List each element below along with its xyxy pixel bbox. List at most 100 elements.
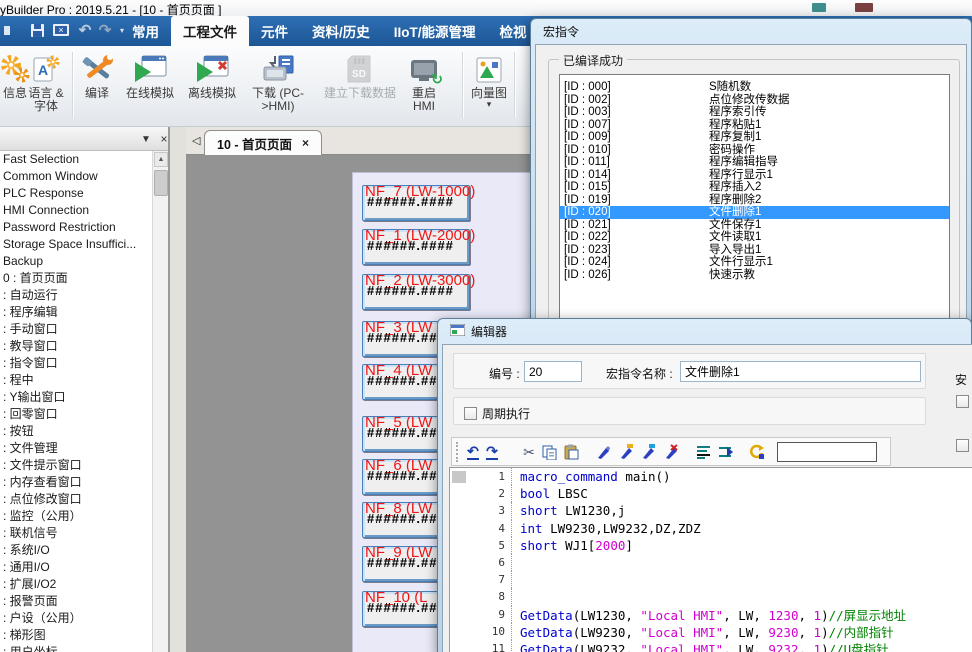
macro-list-row[interactable]: [ID : 014]程序行显示1 <box>560 169 949 182</box>
macro-dialog-titlebar[interactable]: 宏指令 <box>531 19 971 43</box>
code-editor[interactable]: 1macro_command main()2bool LBSC3short LW… <box>449 467 972 652</box>
sidebar-item[interactable]: Backup <box>0 253 152 270</box>
save-icon[interactable] <box>28 21 46 39</box>
panel-scrollbar[interactable]: ▲ <box>152 151 168 652</box>
find-input[interactable] <box>777 442 877 462</box>
scrollbar-thumb[interactable] <box>154 170 168 196</box>
macro-list-row[interactable]: [ID : 007]程序粘贴1 <box>560 119 949 132</box>
compile-button[interactable]: 编译 <box>76 48 118 125</box>
macro-list-row[interactable]: [ID : 002]点位修改传数据 <box>560 94 949 107</box>
goto-line-icon[interactable] <box>717 443 735 461</box>
code-line[interactable]: 11GetData(LW9232, "Local HMI", LW, 9232,… <box>450 640 972 652</box>
download-button[interactable]: 下载 (PC- >HMI) <box>246 48 310 125</box>
vector-dropdown-icon[interactable]: ▾ <box>487 100 492 108</box>
sidebar-item[interactable]: : 文件提示窗口 <box>0 457 152 474</box>
sidebar-item[interactable]: : 文件管理 <box>0 440 152 457</box>
sidebar-item[interactable]: : 监控（公用） <box>0 508 152 525</box>
ribbon-tab[interactable]: 工程文件 <box>171 16 249 46</box>
line-list-icon[interactable] <box>695 443 713 461</box>
copy-icon[interactable] <box>540 443 558 461</box>
macro-list-row[interactable]: [ID : 026]快速示教 <box>560 269 949 282</box>
ribbon-tab[interactable]: IIoT/能源管理 <box>382 16 488 46</box>
sidebar-item[interactable]: : 梯形图 <box>0 627 152 644</box>
redo-icon[interactable]: ↷ <box>96 21 114 39</box>
code-line[interactable]: 4int LW9230,LW9232,DZ,ZDZ <box>450 520 972 537</box>
sidebar-item[interactable]: 0 : 首页页面 <box>0 270 152 287</box>
code-line[interactable]: 9GetData(LW1230, "Local HMI", LW, 1230, … <box>450 606 972 623</box>
panel-chevron-icon[interactable]: ▼ <box>138 131 154 147</box>
language-font-button[interactable]: A 语言 & 字体 <box>22 48 70 125</box>
sidebar-item[interactable]: : 指令窗口 <box>0 355 152 372</box>
edit-pen-add-icon[interactable] <box>617 443 635 461</box>
tab-scroll-left-icon[interactable]: ◁ <box>192 134 200 147</box>
security-checkbox-1[interactable] <box>956 395 969 408</box>
sidebar-item[interactable]: : 户设（公用） <box>0 610 152 627</box>
sidebar-item[interactable]: Storage Space Insuffici... <box>0 236 152 253</box>
ribbon-tab[interactable]: 元件 <box>249 16 300 46</box>
number-input[interactable] <box>524 361 582 382</box>
vector-graphic-button[interactable]: 向量图 ▾ <box>466 48 512 125</box>
code-line[interactable]: 10GetData(LW9230, "Local HMI", LW, 9230,… <box>450 623 972 640</box>
document-tab[interactable]: 10 - 首页页面 × <box>204 130 322 155</box>
sidebar-item[interactable]: : 通用I/O <box>0 559 152 576</box>
sidebar-item[interactable]: : 自动运行 <box>0 287 152 304</box>
redo-icon[interactable]: ↷ <box>483 443 501 461</box>
export-window-icon[interactable]: × <box>52 21 70 39</box>
sidebar-item[interactable]: : Y输出窗口 <box>0 389 152 406</box>
ribbon-tab[interactable]: 常用 <box>120 16 171 46</box>
sidebar-item[interactable]: : 按钮 <box>0 423 152 440</box>
macro-list-row[interactable]: [ID : 010]密码操作 <box>560 144 949 157</box>
macro-list-row[interactable]: [ID : 015]程序插入2 <box>560 181 949 194</box>
macro-list-row[interactable]: [ID : 000]S随机数 <box>560 81 949 94</box>
sidebar-item[interactable]: Common Window <box>0 168 152 185</box>
macro-list-row[interactable]: [ID : 020]文件删除1 <box>560 206 949 219</box>
macro-list-row[interactable]: [ID : 019]程序删除2 <box>560 194 949 207</box>
ribbon-tab[interactable]: 资料/历史 <box>300 16 382 46</box>
security-checkbox-2[interactable] <box>956 439 969 452</box>
cut-icon[interactable]: ✂ <box>520 443 538 461</box>
sidebar-item[interactable]: : 点位修改窗口 <box>0 491 152 508</box>
scroll-up-icon[interactable]: ▲ <box>154 152 168 167</box>
periodic-exec-option[interactable]: 周期执行 <box>464 405 530 422</box>
macro-list-row[interactable]: [ID : 022]文件读取1 <box>560 231 949 244</box>
sidebar-item[interactable]: PLC Response <box>0 185 152 202</box>
paste-icon[interactable] <box>562 443 580 461</box>
online-simulation-button[interactable]: 在线模拟 <box>120 48 180 125</box>
sidebar-item[interactable]: : 联机信号 <box>0 525 152 542</box>
macro-list[interactable]: [ID : 000]S随机数[ID : 002]点位修改传数据[ID : 003… <box>559 74 950 336</box>
sidebar-item[interactable]: : 回零窗口 <box>0 406 152 423</box>
edit-pen-delete-icon[interactable] <box>662 443 680 461</box>
macro-list-row[interactable]: [ID : 011]程序编辑指导 <box>560 156 949 169</box>
panel-splitter[interactable] <box>170 127 186 652</box>
code-line[interactable]: 6 <box>450 554 972 571</box>
sidebar-item[interactable]: : 程序编辑 <box>0 304 152 321</box>
find-refresh-icon[interactable] <box>747 443 765 461</box>
macro-list-row[interactable]: [ID : 009]程序复制1 <box>560 131 949 144</box>
editor-titlebar[interactable]: 编辑器 <box>438 319 971 343</box>
code-line[interactable]: 1macro_command main() <box>450 468 972 485</box>
undo-icon[interactable]: ↶ <box>464 443 482 461</box>
macro-name-input[interactable] <box>680 361 921 382</box>
sidebar-item[interactable]: Password Restriction <box>0 219 152 236</box>
sidebar-item[interactable]: Fast Selection <box>0 151 152 168</box>
code-line[interactable]: 2bool LBSC <box>450 485 972 502</box>
sidebar-item[interactable]: : 用户坐标 <box>0 644 152 652</box>
macro-list-row[interactable]: [ID : 021]文件保存1 <box>560 219 949 232</box>
toolbar-grip[interactable] <box>456 442 458 462</box>
undo-icon[interactable]: ↶ <box>76 21 94 39</box>
sidebar-item[interactable]: HMI Connection <box>0 202 152 219</box>
macro-list-row[interactable]: [ID : 024]文件行显示1 <box>560 256 949 269</box>
code-line[interactable]: 3short LW1230,j <box>450 502 972 519</box>
edit-pen-icon[interactable] <box>594 443 612 461</box>
periodic-exec-checkbox[interactable] <box>464 407 477 420</box>
restart-hmi-button[interactable]: ↻ 重启 HMI <box>402 48 446 125</box>
offline-simulation-button[interactable]: 离线模拟 <box>182 48 242 125</box>
macro-list-row[interactable]: [ID : 003]程序索引传 <box>560 106 949 119</box>
macro-list-row[interactable]: [ID : 023]导入导出1 <box>560 244 949 257</box>
menu-icon[interactable] <box>0 21 12 39</box>
tab-close-icon[interactable]: × <box>302 136 309 150</box>
sidebar-item[interactable]: : 扩展I/O2 <box>0 576 152 593</box>
sidebar-item[interactable]: : 内存查看窗口 <box>0 474 152 491</box>
code-line[interactable]: 5short WJ1[2000] <box>450 537 972 554</box>
sidebar-item[interactable]: : 程中 <box>0 372 152 389</box>
